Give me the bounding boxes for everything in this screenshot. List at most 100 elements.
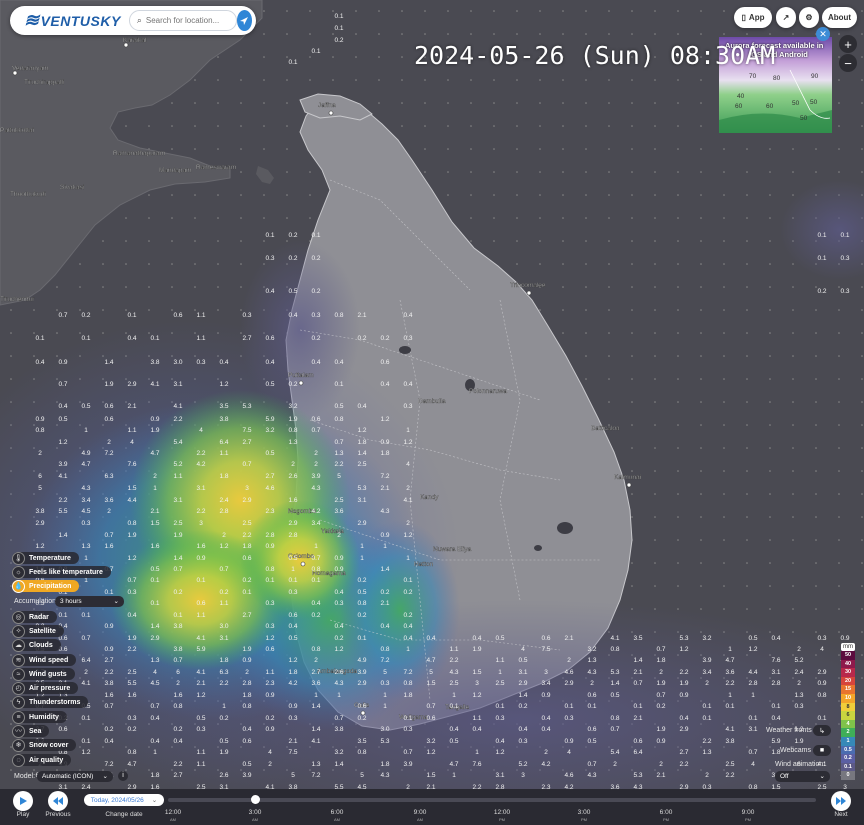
- precip-value-label: 2.1: [127, 403, 136, 410]
- layer-satellite[interactable]: ✧ Satellite: [12, 624, 64, 638]
- model-info-button[interactable]: i: [118, 771, 128, 781]
- rewind-icon: [53, 797, 63, 805]
- timeline-tick[interactable]: 3:00 AM: [240, 809, 270, 823]
- tick-ampm: PM: [581, 817, 587, 822]
- accumulation-select[interactable]: 3 hours ⌄: [55, 596, 124, 607]
- timeline-tick[interactable]: 6:00 PM: [651, 809, 681, 823]
- city-label[interactable]: Sivakasi: [60, 184, 85, 191]
- timeline-tick[interactable]: 12:00 AM: [158, 809, 188, 823]
- layer-thunderstorms[interactable]: ϟ Thunderstorms: [12, 695, 89, 709]
- layer-radar[interactable]: ◎ Radar: [12, 610, 57, 624]
- timeline-track[interactable]: [168, 798, 816, 802]
- play-button[interactable]: [13, 791, 33, 811]
- layer-clouds[interactable]: ☁ Clouds: [12, 638, 61, 652]
- city-label[interactable]: Puttalam: [288, 372, 314, 379]
- open-external-button[interactable]: ↗: [776, 7, 796, 28]
- precip-value-label: 4.7: [426, 657, 435, 664]
- precip-value-label: 0.5: [518, 657, 527, 664]
- city-label[interactable]: Batticaloa: [591, 425, 620, 432]
- timeline-tick[interactable]: 9:00 PM: [733, 809, 763, 823]
- layer-air-pressure[interactable]: ◴ Air pressure: [12, 681, 79, 695]
- city-label[interactable]: Mandapam: [159, 167, 192, 174]
- city-label[interactable]: Kandy: [420, 494, 439, 501]
- city-label[interactable]: Tiruchirappalli: [24, 79, 65, 86]
- city-label[interactable]: Nuwara Eliya: [433, 546, 472, 553]
- precip-value-label: 2: [107, 439, 111, 446]
- precip-value-label: 0.5: [150, 566, 159, 573]
- city-label[interactable]: Ramanathapuram: [113, 150, 165, 157]
- timeline-tick[interactable]: 12:00 PM: [487, 809, 517, 823]
- precip-value-label: 1: [406, 427, 410, 434]
- date-picker[interactable]: Today, 2024/05/26 ⌄: [84, 794, 164, 806]
- layer-snow-cover[interactable]: ❄ Snow cover: [12, 738, 77, 752]
- city-label[interactable]: Jaffna: [318, 102, 336, 109]
- precip-value-label: 3.1: [748, 726, 757, 733]
- city-label[interactable]: Karaikal: [123, 37, 147, 44]
- search-field[interactable]: ⌕: [128, 10, 237, 31]
- precip-value-label: 5.5: [127, 680, 136, 687]
- layer-wind-speed[interactable]: ≋ Wind speed: [12, 653, 77, 667]
- city-label[interactable]: Dambulla: [418, 398, 446, 405]
- precip-value-label: 0.3: [288, 715, 297, 722]
- precip-value-label: 0.2: [334, 635, 343, 642]
- city-label[interactable]: Thoothukudi: [10, 191, 46, 198]
- layer-feels-like-temperature[interactable]: ☼ Feels like temperature: [12, 565, 111, 579]
- layer-air-quality[interactable]: ◌ Air quality: [12, 753, 72, 767]
- next-button[interactable]: [831, 791, 851, 811]
- precip-value-label: 1: [84, 555, 88, 562]
- city-label[interactable]: Kalmunai: [614, 474, 641, 481]
- timeline-thumb[interactable]: [251, 795, 260, 804]
- precip-value-label: 2: [544, 749, 548, 756]
- precip-value-label: 2: [590, 680, 594, 687]
- precip-value-label: 0.1: [81, 738, 90, 745]
- precip-value-label: 0.3: [81, 520, 90, 527]
- precip-value-label: 0.1: [35, 335, 44, 342]
- precip-value-label: 0.6: [242, 555, 251, 562]
- city-label[interactable]: Hatton: [414, 561, 434, 568]
- timeline-tick[interactable]: 6:00 AM: [322, 809, 352, 823]
- timeline-tick[interactable]: 3:00 PM: [569, 809, 599, 823]
- zoom-out-button[interactable]: −: [839, 54, 857, 72]
- layer-precipitation[interactable]: 💧 Precipitation: [12, 579, 80, 593]
- locate-button[interactable]: [236, 10, 252, 31]
- model-select[interactable]: Automatic (ICON) ⌄: [37, 771, 113, 782]
- ventusky-logo[interactable]: ≋ VENTUSKY: [24, 10, 121, 31]
- layer-sea[interactable]: 〰 Sea: [12, 724, 50, 738]
- city-label[interactable]: Tiruchendur: [0, 296, 35, 303]
- webcams-toggle[interactable]: ■: [813, 745, 831, 756]
- weather-fronts-toggle[interactable]: ↳: [813, 725, 831, 736]
- precip-value-label: 2: [659, 761, 663, 768]
- precip-value-label: 3.1: [173, 381, 182, 388]
- promo-close-button[interactable]: ✕: [816, 27, 830, 41]
- layer-humidity[interactable]: ≡ Humidity: [12, 710, 67, 724]
- settings-button[interactable]: ⚙: [799, 7, 819, 28]
- precip-value-label: 0.6: [426, 715, 435, 722]
- app-button[interactable]: ▯ App: [734, 7, 772, 28]
- city-label[interactable]: Vedaranyam: [12, 65, 49, 72]
- precip-value-label: 1.4: [610, 680, 619, 687]
- about-button[interactable]: About: [822, 7, 857, 28]
- precip-value-label: 1.3: [81, 543, 90, 550]
- city-label[interactable]: Rameswaram: [196, 164, 236, 171]
- city-label[interactable]: Trincomalee: [510, 282, 546, 289]
- chevron-down-icon: ⌄: [819, 773, 825, 780]
- precip-value-label: 1: [84, 577, 88, 584]
- layer-label: Humidity: [29, 713, 59, 721]
- layer-temperature[interactable]: 🌡 Temperature: [12, 551, 79, 565]
- thermometer-icon: 🌡: [12, 551, 25, 565]
- layer-wind-gusts[interactable]: ≈ Wind gusts: [12, 667, 75, 681]
- precip-value-label: 0.2: [288, 232, 297, 239]
- search-input[interactable]: [145, 16, 236, 25]
- precip-value-label: 0.1: [311, 48, 320, 55]
- zoom-in-button[interactable]: +: [839, 35, 857, 53]
- wind-animation-select[interactable]: Off ⌄: [775, 771, 830, 782]
- city-label[interactable]: Polonnaruwa: [469, 388, 508, 395]
- precip-value-label: 0.4: [403, 381, 412, 388]
- precip-value-label: 2: [705, 680, 709, 687]
- precip-value-label: 0.7: [426, 703, 435, 710]
- precip-value-label: 1.4: [173, 555, 182, 562]
- timeline-tick[interactable]: 9:00 AM: [405, 809, 435, 823]
- precip-value-label: 6.4: [219, 439, 228, 446]
- city-label[interactable]: Pattukkottai: [0, 127, 34, 134]
- previous-button[interactable]: [48, 791, 68, 811]
